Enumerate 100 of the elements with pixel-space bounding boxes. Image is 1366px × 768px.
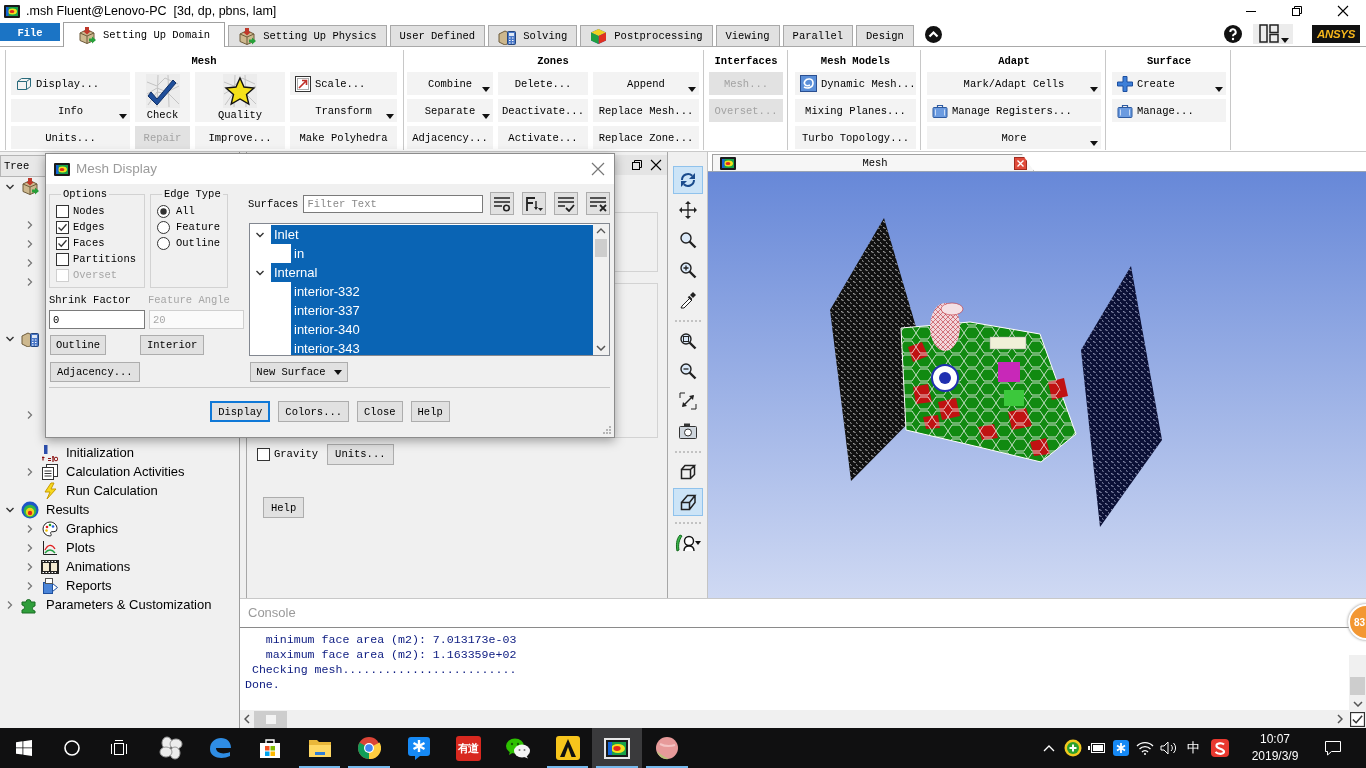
tree-item[interactable]: Initialization — [66, 444, 134, 461]
tree-item[interactable]: Parameters & Customization — [46, 596, 212, 613]
scroll-down-icon[interactable] — [1352, 701, 1363, 707]
search-icon[interactable] — [62, 739, 81, 757]
list-item[interactable]: Internal — [271, 263, 593, 282]
ribbon-tab[interactable]: Design — [856, 25, 914, 46]
help-icon[interactable] — [1223, 25, 1242, 43]
ribbon-button[interactable]: Dynamic Mesh... — [795, 72, 916, 95]
chevron-right-icon[interactable] — [25, 561, 35, 572]
ribbon-tab[interactable]: Setting Up Domain — [63, 22, 226, 47]
ribbon-button[interactable]: Mixing Planes... — [795, 99, 916, 122]
filter-field[interactable]: Filter Text — [303, 194, 484, 213]
surface-list[interactable]: Inlet in Internal interior-332 interior-337 interior-340 interior-343 — [249, 223, 610, 356]
checkbox[interactable] — [257, 447, 270, 461]
taskbar-app-button[interactable] — [592, 728, 642, 768]
ribbon-button[interactable]: Separate — [407, 99, 493, 122]
tree-item[interactable]: Animations — [66, 558, 131, 575]
ribbon-tab[interactable]: Parallel — [782, 25, 854, 46]
clock-date[interactable]: 2019/3/9 — [1251, 748, 1299, 765]
chevron-right-icon[interactable] — [25, 542, 35, 553]
task-view-icon[interactable] — [110, 740, 128, 756]
dialog-button[interactable]: New Surface — [250, 362, 348, 382]
icon-button[interactable] — [554, 192, 579, 215]
ribbon-button[interactable]: Improve... — [195, 126, 285, 149]
collapse-ribbon-icon[interactable] — [924, 26, 942, 43]
restore-icon[interactable] — [1291, 5, 1303, 17]
windows-logo-icon[interactable] — [16, 740, 32, 756]
chevron-right-icon[interactable] — [25, 238, 35, 249]
tree-item[interactable]: Plots — [66, 539, 95, 556]
radio-button[interactable] — [157, 204, 170, 218]
list-item[interactable]: in — [291, 244, 593, 263]
layout-button[interactable] — [1252, 24, 1293, 44]
ribbon-button[interactable]: Quality — [195, 72, 285, 122]
list-item[interactable]: interior-343 — [291, 339, 593, 355]
scrollbar-thumb[interactable] — [254, 710, 287, 728]
dialog-button[interactable]: Help — [410, 401, 450, 422]
taskbar-app-button[interactable]: 有道 — [443, 728, 494, 768]
units-button[interactable]: Units... — [327, 443, 394, 465]
scrollbar-thumb[interactable] — [595, 239, 607, 257]
scroll-left-icon[interactable] — [244, 714, 250, 724]
ribbon-button[interactable]: Transform — [290, 99, 397, 122]
chevron-right-icon[interactable] — [25, 219, 35, 230]
ribbon-button[interactable]: Make Polyhedra — [290, 126, 397, 149]
ribbon-button[interactable]: Info — [11, 99, 130, 122]
checkbox[interactable] — [1350, 711, 1365, 727]
ribbon-button[interactable]: Units... — [11, 126, 130, 149]
battery-icon[interactable] — [1088, 741, 1106, 755]
list-item[interactable]: interior-337 — [291, 301, 593, 320]
help-button[interactable]: Help — [263, 497, 305, 518]
checkbox[interactable] — [56, 252, 69, 266]
checkbox[interactable] — [56, 204, 69, 218]
ribbon-button[interactable]: Deactivate... — [498, 99, 588, 122]
checkbox[interactable] — [56, 236, 69, 250]
ribbon-tab[interactable]: Solving — [488, 25, 578, 46]
tree-item[interactable]: Calculation Activities — [66, 463, 185, 480]
chevron-right-icon[interactable] — [25, 466, 35, 477]
notification-icon[interactable] — [1324, 740, 1342, 756]
speaker-icon[interactable] — [1160, 741, 1178, 755]
input-field[interactable]: 0 — [49, 310, 145, 329]
icon-button[interactable] — [522, 192, 547, 215]
restore-icon[interactable] — [631, 159, 643, 171]
scrollbar-thumb[interactable] — [1350, 677, 1365, 695]
tree-item[interactable]: Graphics — [66, 520, 119, 537]
ribbon-button[interactable]: Scale... — [290, 72, 397, 95]
ribbon-button[interactable]: Check — [135, 72, 190, 122]
list-item[interactable]: interior-332 — [291, 282, 593, 301]
tree-item[interactable]: Reports — [66, 577, 112, 594]
list-item[interactable]: Inlet — [271, 225, 593, 244]
scrollbar[interactable] — [240, 710, 1349, 728]
dialog-button[interactable]: Adjacency... — [50, 362, 140, 382]
ribbon-button[interactable]: Replace Zone... — [593, 126, 699, 149]
ribbon-button[interactable]: Display... — [11, 72, 130, 95]
dialog-button[interactable]: Interior — [140, 335, 205, 355]
radio-button[interactable] — [157, 220, 170, 234]
star-app-icon[interactable] — [1113, 740, 1129, 756]
ribbon-button[interactable]: Adjacency... — [407, 126, 493, 149]
input-method-indicator[interactable]: 中 — [1181, 738, 1205, 758]
file-tab[interactable]: File — [0, 23, 60, 41]
view-tab[interactable]: Mesh — [712, 154, 1034, 171]
dialog-button[interactable]: Colors... — [278, 401, 350, 422]
ribbon-tab[interactable]: Postprocessing — [580, 25, 713, 46]
tree-item[interactable]: Run Calculation — [66, 482, 158, 499]
ribbon-button[interactable]: Append — [593, 72, 699, 95]
plus-circle-icon[interactable] — [1064, 739, 1082, 757]
clock-time[interactable]: 10:07 — [1260, 731, 1290, 748]
radio-button[interactable] — [157, 236, 170, 250]
chevron-right-icon[interactable] — [25, 257, 35, 268]
chevron-right-icon[interactable] — [25, 409, 35, 420]
close-icon[interactable] — [650, 159, 662, 171]
chevron-right-icon[interactable] — [25, 276, 35, 287]
resize-grip-icon[interactable] — [602, 425, 611, 434]
close-icon[interactable] — [1014, 156, 1027, 170]
ribbon-button[interactable]: More — [927, 126, 1101, 149]
scroll-right-icon[interactable] — [1337, 714, 1343, 724]
ribbon-button[interactable]: Combine — [407, 72, 493, 95]
ribbon-button[interactable]: Turbo Topology... — [795, 126, 916, 149]
close-icon[interactable] — [1337, 5, 1349, 17]
scroll-down-icon[interactable] — [596, 345, 606, 351]
toolbar-button[interactable] — [672, 166, 703, 194]
ribbon-button[interactable]: Replace Mesh... — [593, 99, 699, 122]
